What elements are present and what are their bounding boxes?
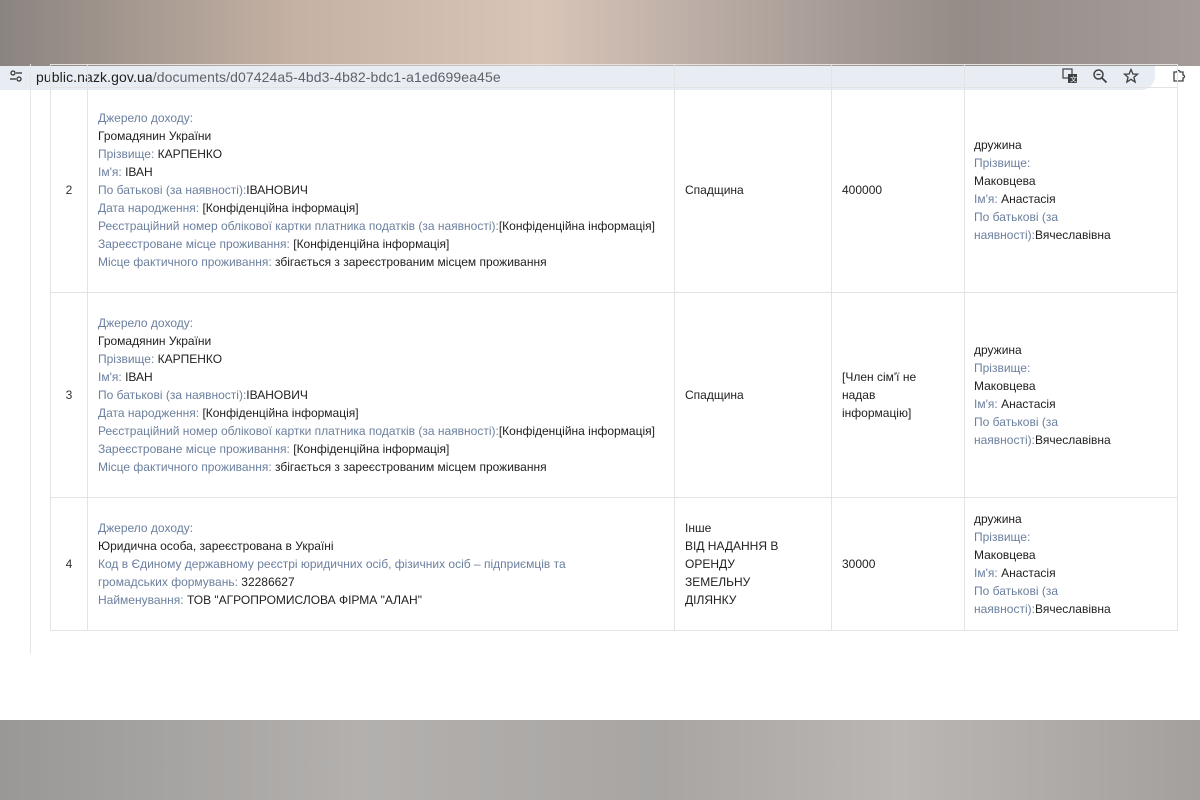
member-surname-label: Прізвище: — [974, 156, 1031, 170]
background-blur-top — [0, 0, 1200, 66]
name-value: ІВАН — [125, 370, 153, 384]
family-member-cell: дружина Прізвище: Маковцева Ім'я: Анаста… — [964, 497, 1178, 631]
income-type: Спадщина — [685, 183, 744, 197]
member-name: Анастасія — [1001, 192, 1056, 206]
source-type: Юридична особа, зареєстрована в Україні — [98, 539, 334, 553]
amount-value: 30000 — [842, 557, 876, 571]
birthdate-label: Дата народження: — [98, 201, 200, 215]
income-type-cell: Спадщина — [674, 292, 832, 498]
income-type-cell: Спадщина — [674, 87, 832, 293]
member-role: дружина — [974, 138, 1022, 152]
amount-value: [Член сім'ї не надав інформацію] — [842, 370, 917, 420]
income-source-cell: Джерело доходу: Юридична особа, зареєстр… — [87, 497, 675, 631]
surname-value: КАРПЕНКО — [157, 147, 223, 161]
name-label: Ім'я: — [98, 165, 122, 179]
member-role: дружина — [974, 512, 1022, 526]
source-type: Громадянин України — [98, 129, 212, 143]
table-row: 4 Джерело доходу: Юридична особа, зареєс… — [50, 497, 1178, 631]
source-label: Джерело доходу: — [98, 316, 194, 330]
row-number: 2 — [50, 87, 88, 293]
member-patronymic: Вячеславівна — [1034, 433, 1111, 447]
income-type: Інше — [685, 521, 712, 535]
patronymic-value: ІВАНОВИЧ — [246, 183, 308, 197]
name-label: Ім'я: — [98, 370, 122, 384]
patronymic-label: По батькові (за наявності): — [98, 183, 247, 197]
surname-label: Прізвище: — [98, 147, 155, 161]
reg-address-value: [Конфіденційна інформація] — [293, 442, 450, 456]
member-name-label: Ім'я: — [974, 397, 998, 411]
source-label: Джерело доходу: — [98, 111, 194, 125]
edrpou-value: 32286627 — [241, 575, 295, 589]
actual-address-value: збігається з зареєстрованим місцем прожи… — [275, 255, 547, 269]
table-row: 2 Джерело доходу: Громадянин України Прі… — [50, 87, 1178, 293]
reg-address-value: [Конфіденційна інформація] — [293, 237, 450, 251]
entity-name-label: Найменування: — [98, 593, 184, 607]
tax-number-value: [Конфіденційна інформація] — [498, 424, 655, 438]
income-source-cell: Джерело доходу: Громадянин України Прізв… — [87, 87, 675, 293]
member-patronymic: Вячеславівна — [1034, 602, 1111, 616]
actual-address-label: Місце фактичного проживання: — [98, 255, 272, 269]
amount-cell: 30000 — [831, 497, 965, 631]
member-name: Анастасія — [1001, 397, 1056, 411]
member-surname: Маковцева — [974, 379, 1036, 393]
entity-name-value: ТОВ "АГРОПРОМИСЛОВА ФІРМА "АЛАН" — [186, 593, 422, 607]
member-name-label: Ім'я: — [974, 566, 998, 580]
patronymic-value: ІВАНОВИЧ — [246, 388, 308, 402]
amount-value: 400000 — [842, 183, 883, 197]
table-row-top-partial — [50, 64, 1178, 88]
tune-icon[interactable] — [9, 69, 25, 85]
tax-number-label: Реєстраційний номер облікової картки пла… — [98, 424, 499, 438]
tax-number-label: Реєстраційний номер облікової картки пла… — [98, 219, 499, 233]
birthdate-value: [Конфіденційна інформація] — [202, 406, 359, 420]
reg-address-label: Зареєстроване місце проживання: — [98, 237, 290, 251]
member-surname-label: Прізвище: — [974, 361, 1031, 375]
member-name-label: Ім'я: — [974, 192, 998, 206]
member-name: Анастасія — [1001, 566, 1056, 580]
income-source-cell: Джерело доходу: Громадянин України Прізв… — [87, 292, 675, 498]
source-type: Громадянин України — [98, 334, 212, 348]
family-member-cell: дружина Прізвище: Маковцева Ім'я: Анаста… — [964, 87, 1178, 293]
row-number: 3 — [50, 292, 88, 498]
member-surname: Маковцева — [974, 174, 1036, 188]
table-row: 3 Джерело доходу: Громадянин України Прі… — [50, 292, 1178, 498]
source-label: Джерело доходу: — [98, 521, 194, 535]
background-blur-bottom — [0, 720, 1200, 800]
amount-cell: 400000 — [831, 87, 965, 293]
income-type-cell: Інше ВІД НАДАННЯ В ОРЕНДУ ЗЕМЕЛЬНУ ДІЛЯН… — [674, 497, 832, 631]
amount-cell: [Член сім'ї не надав інформацію] — [831, 292, 965, 498]
tax-number-value: [Конфіденційна інформація] — [498, 219, 655, 233]
row-number: 4 — [50, 497, 88, 631]
patronymic-label: По батькові (за наявності): — [98, 388, 247, 402]
surname-label: Прізвище: — [98, 352, 155, 366]
birthdate-value: [Конфіденційна інформація] — [202, 201, 359, 215]
surname-value: КАРПЕНКО — [157, 352, 223, 366]
name-value: ІВАН — [125, 165, 153, 179]
income-type: Спадщина — [685, 388, 744, 402]
member-role: дружина — [974, 343, 1022, 357]
actual-address-label: Місце фактичного проживання: — [98, 460, 272, 474]
edrpou-label: Код в Єдиному державному реєстрі юридичн… — [98, 557, 566, 589]
actual-address-value: збігається з зареєстрованим місцем прожи… — [275, 460, 547, 474]
family-member-cell: дружина Прізвище: Маковцева Ім'я: Анаста… — [964, 292, 1178, 498]
member-surname-label: Прізвище: — [974, 530, 1031, 544]
reg-address-label: Зареєстроване місце проживання: — [98, 442, 290, 456]
birthdate-label: Дата народження: — [98, 406, 200, 420]
member-surname: Маковцева — [974, 548, 1036, 562]
income-table: 2 Джерело доходу: Громадянин України Прі… — [50, 64, 1178, 631]
member-patronymic: Вячеславівна — [1034, 228, 1111, 242]
income-detail: ВІД НАДАННЯ В ОРЕНДУ ЗЕМЕЛЬНУ ДІЛЯНКУ — [685, 539, 779, 607]
